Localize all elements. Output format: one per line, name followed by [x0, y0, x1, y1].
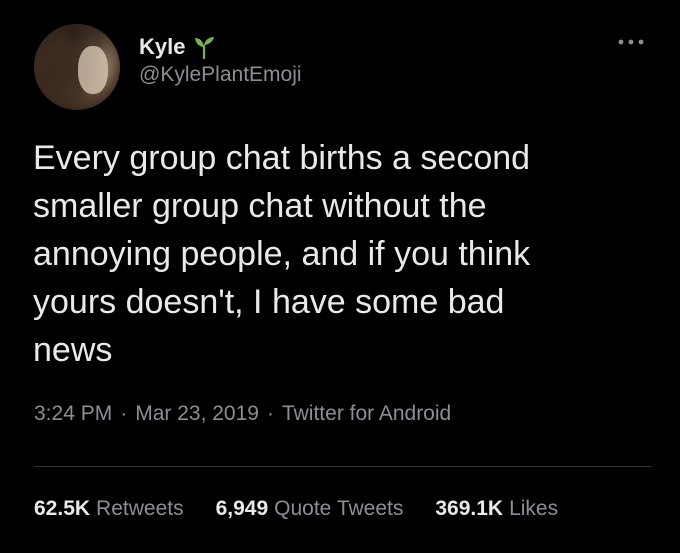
avatar-face	[78, 46, 108, 94]
tweet-meta: 3:24 PM · Mar 23, 2019 · Twitter for And…	[34, 402, 451, 426]
sprout-icon	[195, 37, 215, 59]
retweets-label: Retweets	[96, 497, 184, 520]
quote-tweets-stat[interactable]: 6,949 Quote Tweets	[216, 497, 404, 521]
tweet-source[interactable]: Twitter for Android	[282, 402, 451, 426]
tweet-text: Every group chat births a second smaller…	[33, 139, 531, 369]
quote-tweets-count: 6,949	[215, 497, 269, 520]
likes-label: Likes	[509, 497, 559, 520]
tweet-stats: 62.5K Retweets 6,949 Quote Tweets 369.1K…	[34, 497, 558, 521]
divider	[34, 466, 652, 467]
tweet-date[interactable]: Mar 23, 2019	[135, 402, 259, 426]
author-name[interactable]: Kyle	[139, 34, 185, 60]
meta-separator: ·	[266, 402, 274, 425]
retweets-stat[interactable]: 62.5K Retweets	[34, 497, 184, 521]
author-handle[interactable]: @KylePlantEmoji	[139, 63, 302, 87]
meta-separator: ·	[120, 402, 128, 425]
avatar[interactable]	[34, 24, 120, 110]
quote-tweets-label: Quote Tweets	[274, 497, 404, 520]
likes-count: 369.1K	[435, 497, 504, 520]
tweet-time[interactable]: 3:24 PM	[34, 402, 112, 426]
tweet-card: Kyle @KylePlantEmoji Every group chat bi…	[0, 0, 680, 553]
more-options-icon[interactable]	[616, 34, 646, 50]
retweets-count: 62.5K	[34, 497, 91, 520]
author-name-row[interactable]: Kyle	[139, 33, 215, 61]
likes-stat[interactable]: 369.1K Likes	[435, 497, 558, 521]
